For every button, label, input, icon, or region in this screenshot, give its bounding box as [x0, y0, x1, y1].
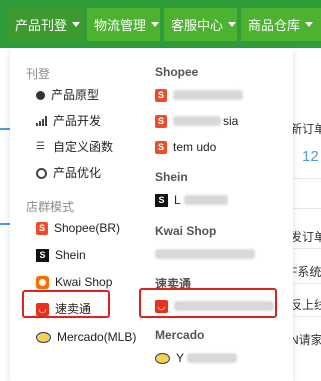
shopee-icon: S — [36, 221, 48, 235]
section-shein-heading: Shein — [155, 170, 188, 184]
menu-item-label: Shein — [55, 248, 86, 262]
redacted-text — [155, 249, 255, 259]
section-shopee-heading: Shopee — [155, 65, 199, 79]
caret-down-icon — [228, 22, 237, 27]
section-kwai-heading: Kwai Shop — [155, 224, 217, 238]
redacted-text — [173, 116, 221, 126]
bg-text: 发订单 — [290, 230, 321, 244]
menu-item-label: Shopee(BR) — [54, 221, 121, 235]
caret-down-icon — [151, 22, 160, 27]
background-left-strip — [0, 48, 10, 381]
store-name-fragment: sia — [223, 114, 239, 128]
mercado-store-item[interactable]: Y — [155, 348, 238, 368]
shein-icon: S — [155, 193, 168, 207]
mercado-icon — [36, 331, 51, 343]
menu-item-shopee-br[interactable]: S Shopee(BR) — [36, 218, 120, 238]
section-publish-heading: 刊登 — [26, 67, 51, 81]
menu-item-label: 产品优化 — [53, 166, 102, 180]
nav-label: 物流管理 — [94, 18, 147, 33]
caret-down-icon — [305, 22, 314, 27]
store-name-fragment: Y — [176, 351, 185, 365]
product-publish-dropdown: 刊登 产品原型 产品开发 ☰ 自定义函数 产品优化 店群模式 S Shopee(… — [10, 48, 293, 381]
shopee-store-item[interactable]: S — [155, 85, 243, 105]
bg-number: 12 — [302, 148, 319, 165]
menu-item-mercado-mlb[interactable]: Mercado(MLB) — [36, 327, 136, 347]
shopee-icon: S — [155, 114, 167, 128]
shopee-icon: S — [155, 88, 167, 102]
top-nav: 产品刊登 物流管理 客服中心 商品仓库 — [0, 0, 321, 48]
menu-item-custom-function[interactable]: ☰ 自定义函数 — [36, 137, 113, 157]
nav-warehouse[interactable]: 商品仓库 — [241, 8, 321, 41]
shopee-icon: S — [155, 140, 167, 154]
menu-item-label: 产品开发 — [53, 114, 102, 128]
highlight-box — [22, 290, 110, 318]
shopee-store-item[interactable]: S sia — [155, 111, 238, 131]
divider — [0, 223, 10, 225]
redacted-text — [173, 90, 243, 100]
divider — [0, 128, 10, 130]
redacted-text — [187, 353, 238, 363]
redacted-text — [183, 195, 228, 205]
list-icon: ☰ — [36, 141, 45, 152]
highlight-box — [139, 288, 277, 318]
menu-item-product-optimize[interactable]: 产品优化 — [36, 163, 101, 183]
bg-text: 新订单 — [290, 122, 321, 136]
bg-text: 反上线 — [290, 298, 321, 312]
nav-logistics[interactable]: 物流管理 — [87, 8, 160, 41]
section-mercado-heading: Mercado — [155, 328, 205, 342]
menu-item-product-development[interactable]: 产品开发 — [36, 111, 101, 131]
nav-label: 商品仓库 — [248, 18, 301, 33]
dot-icon — [36, 90, 45, 100]
menu-item-kwai-shop[interactable]: Kwai Shop — [36, 272, 112, 292]
section-store-mode-heading: 店群模式 — [26, 200, 75, 214]
gear-icon — [36, 167, 47, 179]
shopee-store-item[interactable]: S tem udo — [155, 137, 216, 157]
store-name-fragment: tem udo — [173, 140, 217, 154]
nav-product-publish[interactable]: 产品刊登 — [8, 8, 83, 41]
store-name-fragment: L — [174, 193, 181, 207]
nav-label: 产品刊登 — [15, 18, 68, 33]
menu-item-label: 产品原型 — [51, 88, 100, 102]
menu-item-label: Mercado(MLB) — [57, 330, 137, 344]
bar-chart-icon — [36, 116, 47, 126]
kwai-icon — [36, 275, 49, 289]
nav-customer-service[interactable]: 客服中心 — [164, 8, 237, 41]
caret-down-icon — [72, 22, 81, 27]
menu-item-label: 自定义函数 — [53, 140, 114, 154]
bg-text: N请家 — [290, 333, 321, 347]
shein-store-item[interactable]: S L — [155, 190, 228, 210]
bg-text: F系统 — [290, 265, 321, 279]
menu-item-label: Kwai Shop — [55, 275, 113, 289]
menu-item-product-prototype[interactable]: 产品原型 — [36, 85, 99, 105]
shein-icon: S — [36, 248, 49, 262]
nav-label: 客服中心 — [171, 18, 224, 33]
mercado-icon — [155, 352, 170, 364]
menu-item-shein[interactable]: S Shein — [36, 245, 86, 265]
kwai-store-item[interactable] — [155, 244, 255, 264]
